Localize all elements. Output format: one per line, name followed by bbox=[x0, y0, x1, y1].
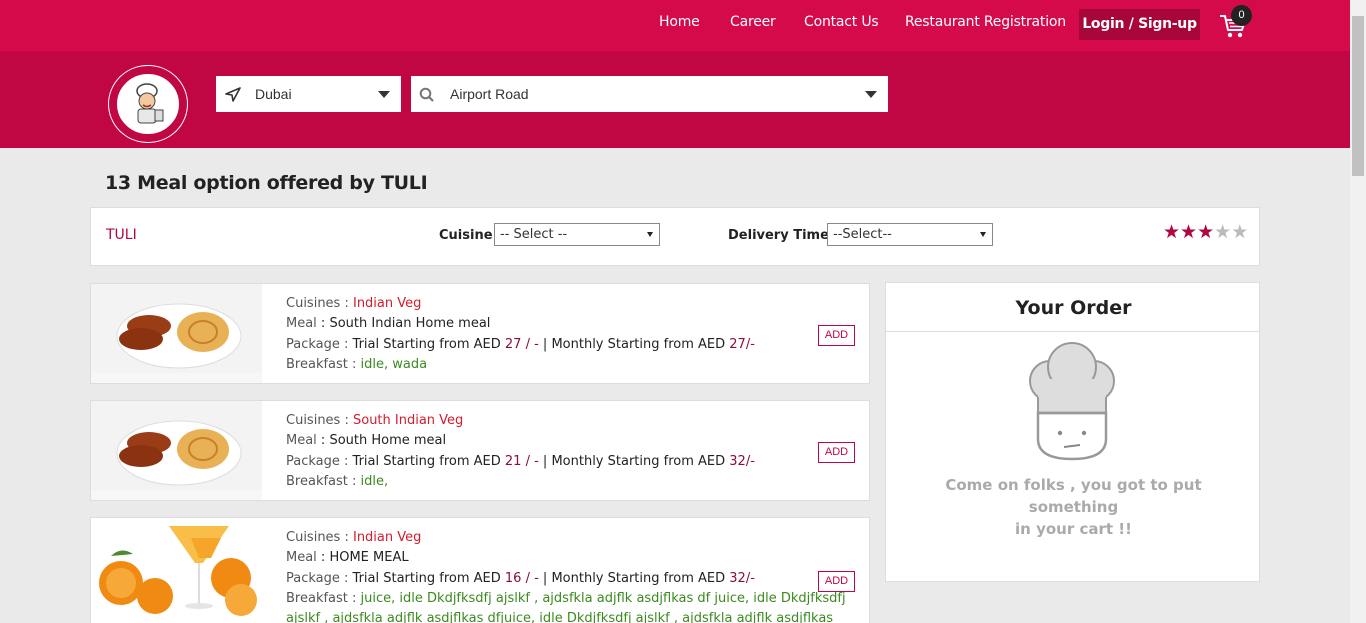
page-scrollbar[interactable] bbox=[1350, 0, 1366, 623]
search-icon bbox=[419, 87, 435, 108]
meal-name: Meal : HOME MEAL bbox=[286, 550, 409, 565]
area-value: Airport Road bbox=[450, 86, 529, 102]
meal-breakfast-continued: ajslkf , ajdsfkla adjflk asdjflkas dfjui… bbox=[286, 611, 834, 623]
login-signup-button[interactable]: Login / Sign-up bbox=[1079, 9, 1200, 40]
cuisine-label: Cuisine bbox=[439, 228, 493, 243]
nav-home[interactable]: Home bbox=[659, 14, 700, 30]
page-title: 13 Meal option offered by TULI bbox=[105, 172, 428, 194]
chef-hat-icon bbox=[1024, 341, 1120, 466]
chevron-down-icon bbox=[378, 91, 390, 98]
meal-image bbox=[91, 518, 262, 617]
star-icon: ★ bbox=[1197, 222, 1215, 243]
location-arrow-icon bbox=[225, 87, 241, 107]
nav-contact-us[interactable]: Contact Us bbox=[804, 14, 879, 30]
add-button[interactable]: ADD bbox=[818, 571, 855, 592]
star-icon: ★ bbox=[1180, 222, 1198, 243]
meal-package: Package : Trial Starting from AED 16 / -… bbox=[286, 571, 755, 586]
your-order-panel: Your Order Come on folks , you got to pu… bbox=[885, 282, 1260, 582]
meal-cuisine: Cuisines : South Indian Veg bbox=[286, 413, 464, 428]
meal-card: Cuisines : Indian Veg Meal : South India… bbox=[90, 283, 870, 384]
meal-image bbox=[91, 401, 262, 500]
meal-cuisine: Cuisines : Indian Veg bbox=[286, 530, 422, 545]
chevron-down-icon bbox=[865, 91, 877, 98]
star-icon: ★ bbox=[1214, 222, 1232, 243]
chevron-down-icon bbox=[647, 232, 653, 237]
empty-cart-message: Come on folks , you got to put something… bbox=[945, 476, 1202, 538]
nav-career[interactable]: Career bbox=[730, 14, 776, 30]
cart-count-badge: 0 bbox=[1231, 5, 1252, 26]
delivery-time-dropdown-value: --Select-- bbox=[833, 227, 892, 242]
star-icon: ★ bbox=[1231, 222, 1249, 243]
meal-cuisine: Cuisines : Indian Veg bbox=[286, 296, 422, 311]
rating-stars: ★ ★ ★ ★ ★ bbox=[1163, 223, 1248, 243]
meal-name: Meal : South Indian Home meal bbox=[286, 316, 491, 331]
city-select[interactable]: Dubai bbox=[216, 76, 401, 112]
restaurant-name[interactable]: TULI bbox=[106, 227, 137, 243]
filter-bar: TULI Cuisine -- Select -- Delivery Time … bbox=[90, 207, 1260, 266]
meal-image bbox=[91, 284, 262, 383]
scrollbar-thumb[interactable] bbox=[1352, 16, 1364, 176]
divider bbox=[886, 331, 1259, 332]
make-my-meal-logo[interactable] bbox=[107, 64, 190, 144]
area-select[interactable]: Airport Road bbox=[411, 76, 888, 112]
meal-breakfast: Breakfast : idle, bbox=[286, 474, 389, 489]
meal-card: Cuisines : South Indian Veg Meal : South… bbox=[90, 400, 870, 501]
cuisine-dropdown-value: -- Select -- bbox=[500, 227, 568, 242]
chevron-down-icon bbox=[980, 232, 986, 237]
add-button[interactable]: ADD bbox=[818, 325, 855, 346]
meal-package: Package : Trial Starting from AED 27 / -… bbox=[286, 337, 755, 352]
meal-breakfast: Breakfast : idle, wada bbox=[286, 357, 428, 372]
nav-restaurant-registration[interactable]: Restaurant Registration bbox=[905, 14, 1066, 30]
cuisine-dropdown[interactable]: -- Select -- bbox=[494, 223, 660, 246]
your-order-title: Your Order bbox=[1015, 297, 1132, 319]
meal-name: Meal : South Home meal bbox=[286, 433, 447, 448]
meal-package: Package : Trial Starting from AED 21 / -… bbox=[286, 454, 755, 469]
add-button[interactable]: ADD bbox=[818, 442, 855, 463]
delivery-time-label: Delivery Time bbox=[728, 228, 829, 243]
city-value: Dubai bbox=[255, 86, 292, 102]
star-icon: ★ bbox=[1163, 222, 1181, 243]
meal-breakfast: Breakfast : juice, idle Dkdjfksdfj ajslk… bbox=[286, 591, 846, 606]
meal-card: Cuisines : Indian Veg Meal : HOME MEAL P… bbox=[90, 517, 870, 623]
delivery-time-dropdown[interactable]: --Select-- bbox=[827, 223, 993, 246]
